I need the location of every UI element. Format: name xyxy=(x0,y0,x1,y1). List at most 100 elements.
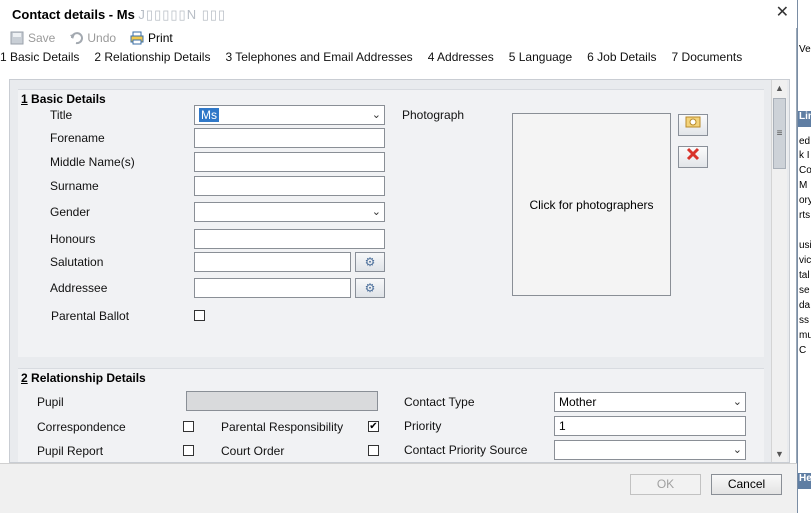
bg-text-10: tal xyxy=(799,270,810,281)
toolbar: Save Undo Print xyxy=(10,29,187,47)
relationship-heading-text: Relationship Details xyxy=(27,371,146,385)
gender-select[interactable]: ⌄ xyxy=(194,202,385,222)
bg-text-1: Veh xyxy=(799,44,811,55)
forename-label: Forename xyxy=(50,131,105,145)
addressee-field[interactable] xyxy=(194,278,351,298)
addressee-generate-button[interactable]: ⚙ xyxy=(355,278,385,298)
print-button[interactable]: Print xyxy=(130,31,173,45)
undo-button[interactable]: Undo xyxy=(69,31,116,45)
contact-type-select[interactable]: Mother ⌄ xyxy=(554,392,746,412)
pupil-report-label: Pupil Report xyxy=(37,444,104,458)
dialog-title-obscured: J▯▯▯▯▯N ▯▯▯ xyxy=(138,7,227,22)
forename-field[interactable] xyxy=(194,128,385,148)
ok-button[interactable]: OK xyxy=(630,474,701,495)
chevron-down-icon: ⌄ xyxy=(732,444,742,456)
priority-value: 1 xyxy=(559,419,566,433)
tab-language[interactable]: 5 Language xyxy=(509,50,572,66)
basic-heading-number: 1 xyxy=(21,92,28,106)
bg-text-13: ss xyxy=(799,315,809,326)
cancel-button[interactable]: Cancel xyxy=(711,474,782,495)
bg-text-4: Co xyxy=(799,165,811,176)
contact-type-value: Mother xyxy=(559,395,597,409)
save-label: Save xyxy=(28,31,56,45)
tab-relationship-details[interactable]: 2 Relationship Details xyxy=(94,50,210,66)
parental-responsibility-label: Parental Responsibility xyxy=(221,420,344,434)
relationship-heading-number: 2 xyxy=(21,371,28,385)
contact-priority-source-select[interactable]: ⌄ xyxy=(554,440,746,460)
contact-details-dialog: Contact details - Ms J▯▯▯▯▯N ▯▯▯ ✕ Save … xyxy=(0,0,797,513)
pupil-field xyxy=(186,391,378,411)
middle-names-field[interactable] xyxy=(194,152,385,172)
form-content: 1 Basic Details Title Ms ⌄ Forename Midd… xyxy=(9,79,790,463)
printer-icon xyxy=(130,31,144,45)
honours-field[interactable] xyxy=(194,229,385,249)
undo-icon xyxy=(69,31,84,45)
court-order-label: Court Order xyxy=(221,444,285,458)
tab-addresses[interactable]: 4 Addresses xyxy=(428,50,494,66)
title-select[interactable]: Ms ⌄ xyxy=(194,105,385,125)
salutation-generate-button[interactable]: ⚙ xyxy=(355,252,385,272)
court-order-checkbox[interactable] xyxy=(368,445,379,456)
parental-responsibility-checkbox[interactable]: ✔ xyxy=(368,421,379,432)
bg-text-8: usi xyxy=(799,240,811,251)
photograph-box[interactable]: Click for photographers xyxy=(512,113,671,296)
honours-label: Honours xyxy=(50,232,96,246)
bg-text-3: k I xyxy=(799,150,810,161)
scrollbar-thumb[interactable]: ≡ xyxy=(773,98,786,169)
bg-text-14: mu xyxy=(799,330,811,341)
surname-label: Surname xyxy=(50,179,99,193)
bg-text-5: M xyxy=(799,180,808,191)
pupil-report-checkbox[interactable] xyxy=(183,445,194,456)
salutation-field[interactable] xyxy=(194,252,351,272)
save-icon xyxy=(10,31,24,45)
print-label: Print xyxy=(148,31,173,45)
bg-text-9: vic xyxy=(799,255,811,266)
undo-label: Undo xyxy=(87,31,117,45)
vertical-scrollbar[interactable]: ▲ ≡ ▼ xyxy=(771,80,787,462)
bg-text-15: C xyxy=(799,345,807,356)
chevron-down-icon: ⌄ xyxy=(371,109,381,121)
chevron-down-icon: ⌄ xyxy=(371,206,381,218)
add-photo-button[interactable] xyxy=(678,114,708,136)
close-icon[interactable]: ✕ xyxy=(776,2,789,22)
pupil-label: Pupil xyxy=(37,395,64,409)
photograph-label: Photograph xyxy=(402,108,465,122)
relationship-details-heading: 2 Relationship Details xyxy=(21,371,146,385)
bg-text-2: ed xyxy=(799,136,811,147)
gear-icon: ⚙ xyxy=(364,255,376,269)
title-label: Title xyxy=(50,108,73,122)
save-button[interactable]: Save xyxy=(10,31,55,45)
addressee-label: Addressee xyxy=(50,281,108,295)
correspondence-checkbox[interactable] xyxy=(183,421,194,432)
middle-names-label: Middle Name(s) xyxy=(50,155,135,169)
tab-basic-details[interactable]: 1 Basic Details xyxy=(0,50,79,66)
photograph-box-text: Click for photographers xyxy=(529,197,654,212)
bg-header-2: He xyxy=(798,473,811,489)
scroll-down-icon[interactable]: ▼ xyxy=(772,446,787,462)
section-tabs: 1 Basic Details 2 Relationship Details 3… xyxy=(0,50,757,66)
salutation-label: Salutation xyxy=(50,255,104,269)
basic-details-section: 1 Basic Details Title Ms ⌄ Forename Midd… xyxy=(18,89,764,357)
relationship-details-section: 2 Relationship Details Pupil Corresponde… xyxy=(18,368,764,462)
scroll-up-icon[interactable]: ▲ xyxy=(772,80,787,96)
image-icon xyxy=(685,116,701,132)
priority-field[interactable]: 1 xyxy=(554,416,746,436)
tab-telephones-email[interactable]: 3 Telephones and Email Addresses xyxy=(225,50,412,66)
surname-field[interactable] xyxy=(194,176,385,196)
dialog-title: Contact details - Ms J▯▯▯▯▯N ▯▯▯ xyxy=(12,7,226,23)
delete-photo-button[interactable] xyxy=(678,146,708,168)
bg-text-11: se xyxy=(799,285,810,296)
delete-icon xyxy=(686,147,700,164)
tab-job-details[interactable]: 6 Job Details xyxy=(587,50,656,66)
dialog-title-text: Contact details - Ms xyxy=(12,7,135,22)
tab-documents[interactable]: 7 Documents xyxy=(672,50,743,66)
priority-label: Priority xyxy=(404,419,442,433)
dialog-footer: OK Cancel xyxy=(0,463,797,513)
correspondence-label: Correspondence xyxy=(37,420,126,434)
dialog-titlebar: Contact details - Ms J▯▯▯▯▯N ▯▯▯ ✕ xyxy=(0,0,797,28)
bg-header-1: Lin xyxy=(798,111,811,127)
parental-ballot-checkbox[interactable] xyxy=(194,310,205,321)
chevron-down-icon: ⌄ xyxy=(732,396,742,408)
background-window-strip: Veh Lin ed k I Co M ory rts usi vic tal … xyxy=(797,0,811,513)
basic-heading-text: Basic Details xyxy=(27,92,106,106)
